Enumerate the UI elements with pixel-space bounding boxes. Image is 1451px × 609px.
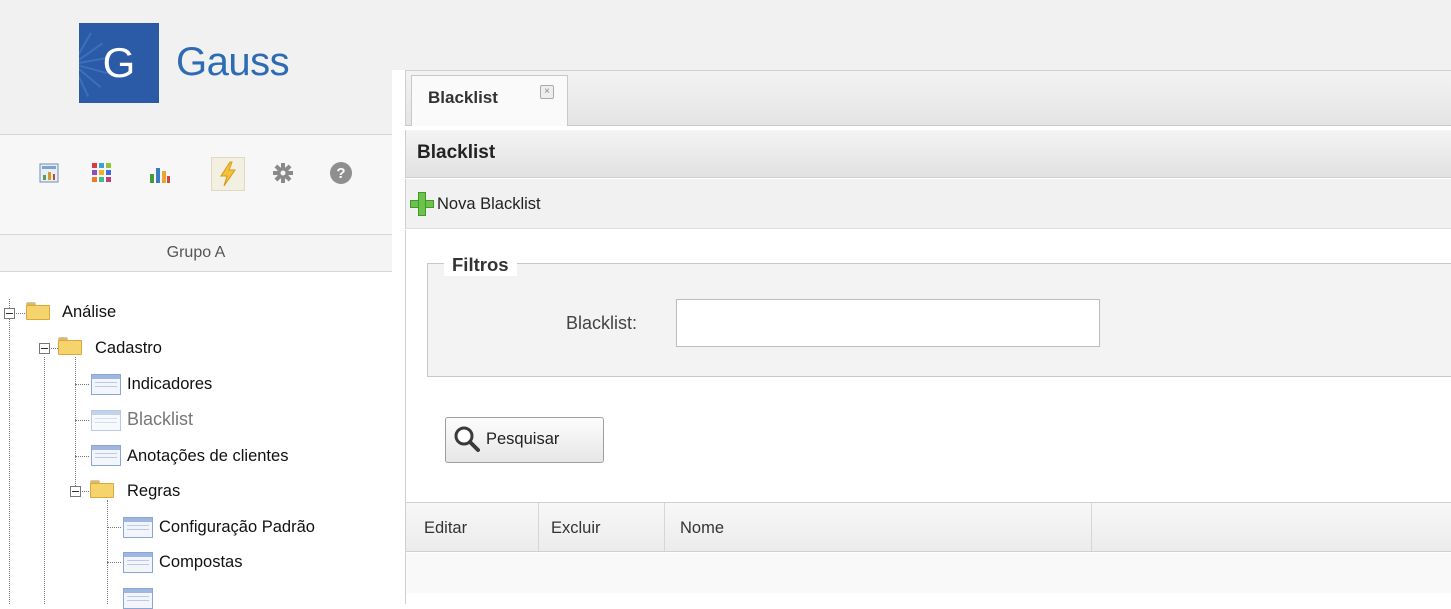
- action-bar: [405, 179, 1451, 229]
- search-icon: [452, 424, 482, 454]
- filters-legend: Filtros: [444, 254, 517, 276]
- document-list-icon: [91, 374, 121, 395]
- panel-header: [405, 130, 1451, 178]
- collapse-toggle-icon[interactable]: [4, 308, 15, 319]
- group-label: Grupo A: [166, 244, 226, 261]
- folder-icon: [58, 337, 82, 355]
- close-icon[interactable]: ×: [540, 85, 554, 99]
- plus-icon[interactable]: [410, 192, 434, 216]
- grid-body: [406, 553, 1451, 593]
- dashboard-icon[interactable]: [35, 159, 63, 187]
- logo-text: Gauss: [176, 40, 290, 84]
- help-icon[interactable]: ?: [327, 159, 355, 187]
- blacklist-input[interactable]: [676, 299, 1100, 347]
- tree-connector: [75, 420, 89, 421]
- tree-item-configuracao-padrao[interactable]: Configuração Padrão: [159, 517, 315, 537]
- column-header-editar[interactable]: Editar: [424, 519, 467, 538]
- folder-icon: [26, 302, 50, 320]
- tree-connector: [107, 562, 121, 563]
- tree-item-analise[interactable]: Análise: [62, 302, 116, 322]
- svg-text:?: ?: [336, 165, 345, 182]
- tree-item-indicadores[interactable]: Indicadores: [127, 374, 212, 394]
- tree-connector: [75, 357, 76, 492]
- tree-connector: [107, 527, 121, 528]
- column-divider: [538, 503, 539, 551]
- tree-item-blacklist[interactable]: Blacklist: [127, 409, 193, 429]
- search-button-label[interactable]: Pesquisar: [486, 430, 559, 449]
- collapse-toggle-icon[interactable]: [70, 486, 81, 497]
- tree-item-compostas[interactable]: Compostas: [159, 552, 242, 572]
- document-list-icon: [123, 552, 153, 573]
- blacklist-field-label: Blacklist:: [566, 313, 638, 333]
- document-list-icon: [123, 517, 153, 538]
- column-divider: [664, 503, 665, 551]
- tree-connector: [75, 456, 89, 457]
- panel-title: Blacklist: [417, 142, 496, 163]
- top-strip: [392, 0, 1451, 70]
- group-bar: Grupo A: [0, 235, 392, 272]
- gear-icon[interactable]: [269, 159, 297, 187]
- document-list-icon: [91, 445, 121, 466]
- sidebar: G Gauss ? Grupo A: [0, 0, 392, 604]
- gauss-logo-icon[interactable]: G: [79, 23, 159, 103]
- grid-apps-icon[interactable]: [88, 159, 116, 187]
- tree-connector: [75, 384, 89, 385]
- column-header-nome[interactable]: Nome: [680, 519, 724, 538]
- document-list-icon: [91, 410, 121, 431]
- tree-connector: [44, 357, 45, 604]
- tree-item-cadastro[interactable]: Cadastro: [95, 338, 162, 358]
- tab-label[interactable]: Blacklist: [428, 88, 498, 108]
- document-list-icon: [123, 588, 153, 609]
- tree-item-regras[interactable]: Regras: [127, 481, 180, 501]
- new-blacklist-button[interactable]: Nova Blacklist: [437, 195, 541, 214]
- folder-icon: [90, 480, 114, 498]
- tree-connector: [107, 500, 108, 604]
- column-divider: [1091, 503, 1092, 551]
- lightning-icon[interactable]: [211, 157, 245, 191]
- logo-letter: G: [102, 39, 136, 86]
- column-header-excluir[interactable]: Excluir: [551, 519, 601, 538]
- tree-connector: [9, 299, 10, 604]
- tree-item-anotacoes[interactable]: Anotações de clientes: [127, 446, 288, 466]
- collapse-toggle-icon[interactable]: [39, 343, 50, 354]
- bar-chart-icon[interactable]: [146, 159, 174, 187]
